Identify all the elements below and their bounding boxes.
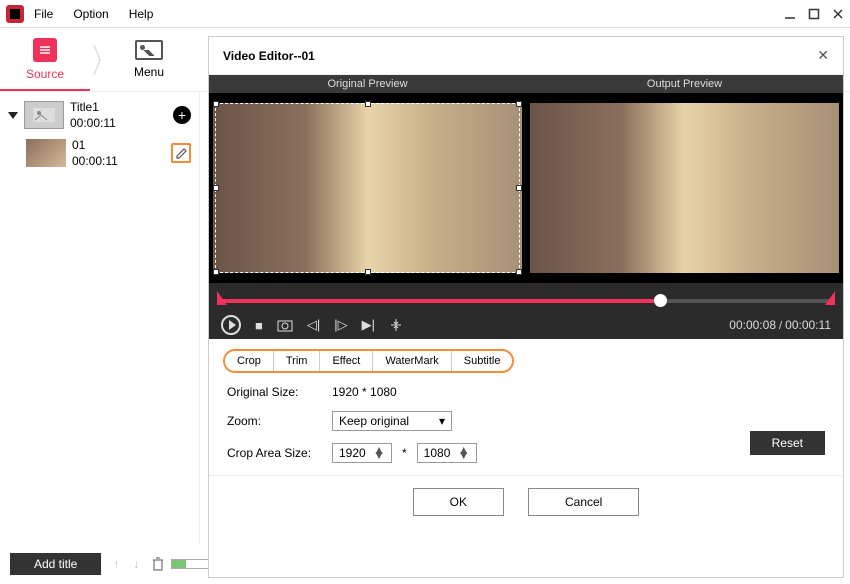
original-preview-label: Original Preview: [209, 75, 526, 93]
title-thumbnail: [24, 101, 64, 129]
clip-thumbnail: [26, 139, 66, 167]
crop-area-label: Crop Area Size:: [227, 446, 322, 460]
clip-duration: 00:00:11: [72, 154, 118, 168]
stop-button[interactable]: ■: [255, 318, 263, 333]
cancel-button[interactable]: Cancel: [528, 488, 639, 516]
editor-tabs: Crop Trim Effect WaterMark Subtitle: [223, 349, 514, 373]
tab-trim[interactable]: Trim: [274, 351, 321, 371]
tab-effect[interactable]: Effect: [320, 351, 373, 371]
reset-button[interactable]: Reset: [750, 431, 825, 455]
flip-horizontal-button[interactable]: ◁|: [307, 317, 320, 333]
add-title-button[interactable]: Add title: [10, 553, 101, 575]
center-button[interactable]: [389, 318, 403, 332]
flip-vertical-button[interactable]: |▷: [334, 317, 347, 333]
menu-file[interactable]: File: [34, 7, 53, 21]
timeline: ■ ◁| |▷ ▶| 00:00:08 / 00:00:11: [209, 283, 843, 339]
snapshot-button[interactable]: [277, 318, 293, 332]
move-down-button[interactable]: ↓: [131, 555, 141, 573]
preview-area: Original Preview Output Preview: [209, 75, 843, 283]
delete-button[interactable]: [151, 556, 165, 572]
crop-handle-bl[interactable]: [213, 269, 219, 275]
video-editor-dialog: Video Editor--01 ✕ Original Preview: [208, 36, 844, 578]
edit-clip-button[interactable]: [171, 143, 191, 163]
output-preview-label: Output Preview: [526, 75, 843, 93]
editor-titlebar: Video Editor--01 ✕: [209, 37, 843, 75]
minimize-button[interactable]: [784, 8, 796, 20]
add-clip-button[interactable]: +: [173, 106, 191, 124]
zoom-select[interactable]: Keep original ▾: [332, 411, 452, 431]
menu-help[interactable]: Help: [129, 7, 154, 21]
nav-menu-label: Menu: [134, 65, 164, 79]
menu-option[interactable]: Option: [73, 7, 108, 21]
editor-title-text: Video Editor--01: [223, 49, 315, 63]
nav-source[interactable]: Source: [0, 28, 90, 91]
tab-watermark[interactable]: WaterMark: [373, 351, 451, 371]
output-preview: [526, 93, 843, 283]
crop-width-input[interactable]: 1920 ▲▼: [332, 443, 392, 463]
original-size-label: Original Size:: [227, 385, 322, 399]
crop-handle-ml[interactable]: [213, 185, 219, 191]
move-up-button[interactable]: ↑: [111, 555, 121, 573]
title-name: Title1: [70, 100, 116, 114]
nav-source-label: Source: [26, 67, 64, 81]
playhead[interactable]: [654, 294, 667, 307]
crop-handle-br[interactable]: [516, 269, 522, 275]
edit-icon: [175, 147, 187, 159]
titlebar: File Option Help: [0, 0, 850, 28]
dialog-buttons: OK Cancel: [209, 475, 843, 530]
tab-crop[interactable]: Crop: [225, 351, 274, 371]
crop-handle-tl[interactable]: [213, 101, 219, 107]
title-duration: 00:00:11: [70, 116, 116, 130]
menubar: File Option Help: [34, 7, 153, 21]
ok-button[interactable]: OK: [413, 488, 504, 516]
timeline-track[interactable]: [221, 299, 831, 303]
timeline-time: 00:00:08 / 00:00:11: [729, 318, 831, 332]
sidebar-title-row[interactable]: Title1 00:00:11 +: [8, 96, 191, 134]
original-size-value: 1920 * 1080: [332, 385, 397, 399]
crop-rectangle[interactable]: [215, 103, 520, 273]
step-forward-button[interactable]: ▶|: [362, 317, 375, 333]
original-preview[interactable]: [209, 93, 526, 283]
trim-end-handle[interactable]: [825, 291, 835, 305]
crop-handle-mr[interactable]: [516, 185, 522, 191]
picture-icon: [135, 40, 163, 60]
times-symbol: *: [402, 446, 407, 460]
nav-chevron: [90, 28, 104, 92]
tab-subtitle[interactable]: Subtitle: [452, 351, 513, 371]
app-icon: [6, 5, 24, 23]
chevron-down-icon: ▾: [439, 414, 445, 428]
sidebar: Title1 00:00:11 + 01 00:00:11: [0, 92, 200, 544]
sidebar-clip-row[interactable]: 01 00:00:11: [8, 134, 191, 172]
crop-settings: Original Size: 1920 * 1080 Zoom: Keep or…: [209, 373, 843, 475]
source-icon: [33, 38, 57, 62]
zoom-label: Zoom:: [227, 414, 322, 428]
caret-down-icon: [8, 112, 18, 119]
nav-menu[interactable]: Menu: [104, 28, 194, 91]
crop-handle-tm[interactable]: [365, 101, 371, 107]
clip-name: 01: [72, 138, 118, 152]
crop-handle-tr[interactable]: [516, 101, 522, 107]
crop-height-input[interactable]: 1080 ▲▼: [417, 443, 477, 463]
crop-handle-bm[interactable]: [365, 269, 371, 275]
close-button[interactable]: [832, 8, 844, 20]
editor-close-button[interactable]: ✕: [817, 47, 829, 64]
play-button[interactable]: [221, 315, 241, 335]
maximize-button[interactable]: [808, 8, 820, 20]
